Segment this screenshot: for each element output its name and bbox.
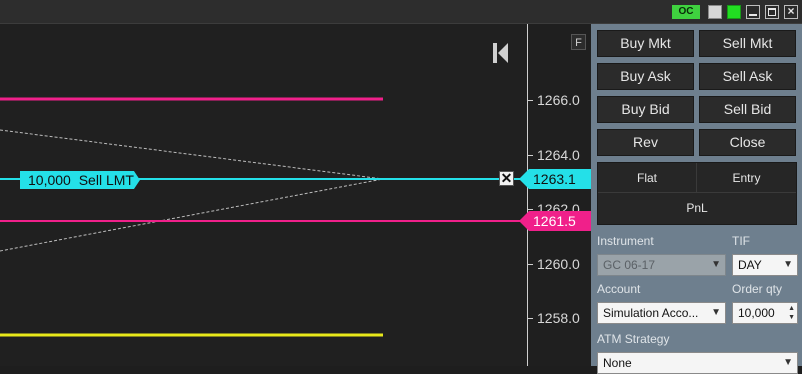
chart-canvas xyxy=(0,97,527,337)
instrument-select[interactable]: GC 06-17 ▼ xyxy=(597,254,726,276)
buy-bid-button[interactable]: Buy Bid xyxy=(597,96,694,123)
tif-value: DAY xyxy=(738,258,762,272)
tick-mark xyxy=(528,100,533,101)
account-label: Account xyxy=(597,282,641,296)
skip-to-end-icon[interactable] xyxy=(492,41,510,65)
price-tick: 1266.0 xyxy=(537,92,580,108)
instrument-label: Instrument xyxy=(597,234,654,248)
link-white-button[interactable] xyxy=(708,5,722,19)
close-position-button[interactable]: Close xyxy=(699,129,796,156)
tick-mark xyxy=(528,209,533,210)
price-axis[interactable]: 1266.0 1264.0 1262.0 1260.0 1258.0 xyxy=(527,24,591,366)
order-label[interactable]: 10,000 Sell LMT xyxy=(20,171,140,189)
minimize-button[interactable] xyxy=(746,5,760,19)
order-qty-value: 10,000 xyxy=(738,306,775,320)
dashed-line-lower xyxy=(0,178,384,252)
account-select[interactable]: Simulation Acco... ▼ xyxy=(597,302,726,324)
chart-area[interactable] xyxy=(0,24,527,366)
sell-mkt-button[interactable]: Sell Mkt xyxy=(699,30,796,57)
buy-ask-button[interactable]: Buy Ask xyxy=(597,63,694,90)
atm-strategy-select[interactable]: None ▼ xyxy=(597,352,798,374)
close-window-button[interactable]: × xyxy=(784,5,798,19)
instrument-value: GC 06-17 xyxy=(603,258,656,272)
order-qty-label: Order qty xyxy=(732,282,783,296)
account-value: Simulation Acco... xyxy=(603,306,699,320)
pnl-label: PnL xyxy=(686,201,708,215)
price-tick: 1260.0 xyxy=(537,256,580,272)
tick-mark xyxy=(528,155,533,156)
tif-select[interactable]: DAY ▼ xyxy=(732,254,798,276)
atm-strategy-value: None xyxy=(603,356,632,370)
order-price-tag[interactable]: 1263.1 xyxy=(519,169,591,189)
cancel-order-icon[interactable]: ✕ xyxy=(499,171,514,186)
price-tick: 1258.0 xyxy=(537,310,580,326)
chevron-down-icon: ▼ xyxy=(783,357,793,368)
buy-mkt-button[interactable]: Buy Mkt xyxy=(597,30,694,57)
order-entry-panel: Buy Mkt Sell Mkt Buy Ask Sell Ask Buy Bi… xyxy=(591,24,802,374)
entry-label: Entry xyxy=(732,171,761,185)
chevron-down-icon: ▼ xyxy=(711,259,721,270)
maximize-button[interactable] xyxy=(765,5,779,19)
tick-mark xyxy=(528,318,533,319)
link-green-button[interactable] xyxy=(727,5,741,19)
oc-badge[interactable]: OC xyxy=(672,5,700,19)
order-qty-stepper[interactable]: 10,000 ▲ ▼ xyxy=(732,302,798,324)
position-status: Flat xyxy=(636,171,657,185)
price-tick: 1264.0 xyxy=(537,147,580,163)
f-button[interactable]: F xyxy=(571,34,586,50)
order-type: Sell LMT xyxy=(78,172,134,188)
sell-bid-button[interactable]: Sell Bid xyxy=(699,96,796,123)
rev-button[interactable]: Rev xyxy=(597,129,694,156)
tick-mark xyxy=(528,264,533,265)
tif-label: TIF xyxy=(732,234,750,248)
order-quantity: 10,000 xyxy=(28,172,71,188)
chevron-down-icon: ▼ xyxy=(783,259,793,270)
atm-strategy-label: ATM Strategy xyxy=(597,332,670,346)
window-titlebar: OC × xyxy=(0,0,802,24)
position-box: Flat Entry PnL xyxy=(597,162,797,225)
stepper-arrows-icon[interactable]: ▲ ▼ xyxy=(788,304,795,322)
last-price-tag: 1261.5 xyxy=(519,211,591,231)
chevron-down-icon: ▼ xyxy=(711,307,721,318)
sell-ask-button[interactable]: Sell Ask xyxy=(699,63,796,90)
